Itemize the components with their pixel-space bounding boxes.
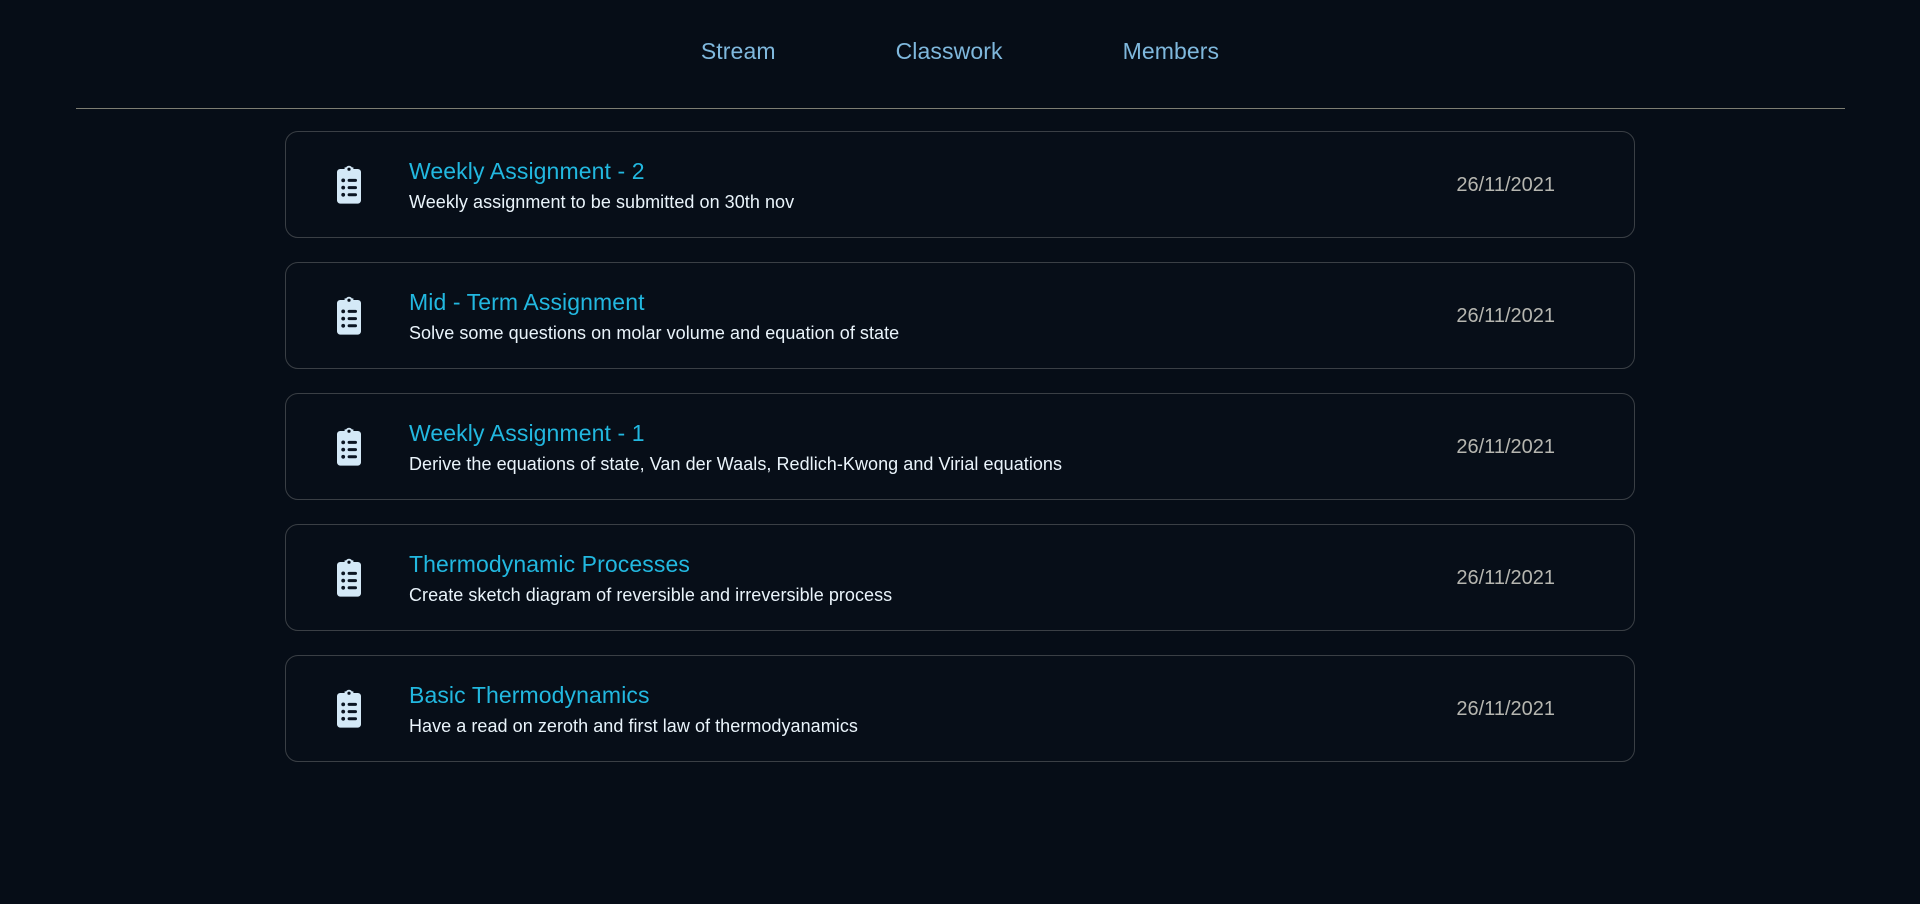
assignment-title[interactable]: Thermodynamic Processes [409, 550, 1456, 578]
clipboard-list-icon [337, 296, 361, 335]
nav-tab-list: Stream Classwork Members [701, 38, 1219, 65]
assignment-title[interactable]: Weekly Assignment - 1 [409, 419, 1456, 447]
assignment-description: Create sketch diagram of reversible and … [409, 584, 893, 605]
assignment-description: Have a read on zeroth and first law of t… [409, 715, 858, 736]
clipboard-list-icon [337, 165, 361, 204]
assignment-title[interactable]: Weekly Assignment - 2 [409, 157, 1456, 185]
assignment-date: 26/11/2021 [1456, 173, 1555, 196]
assignment-text: Basic Thermodynamics Have a read on zero… [409, 681, 1456, 737]
tab-classwork[interactable]: Classwork [896, 38, 1003, 65]
assignment-card[interactable]: Mid - Term Assignment Solve some questio… [285, 262, 1635, 369]
assignment-card[interactable]: Weekly Assignment - 2 Weekly assignment … [285, 131, 1635, 238]
assignment-text: Thermodynamic Processes Create sketch di… [409, 550, 1456, 606]
assignment-card[interactable]: Thermodynamic Processes Create sketch di… [285, 524, 1635, 631]
top-navigation: Stream Classwork Members [0, 0, 1920, 112]
clipboard-list-icon [337, 558, 361, 597]
tab-members[interactable]: Members [1123, 38, 1220, 65]
assignment-date: 26/11/2021 [1456, 304, 1555, 327]
assignment-title[interactable]: Mid - Term Assignment [409, 288, 1456, 316]
assignment-date: 26/11/2021 [1456, 566, 1555, 589]
assignment-description: Solve some questions on molar volume and… [409, 322, 900, 343]
assignment-card[interactable]: Weekly Assignment - 1 Derive the equatio… [285, 393, 1635, 500]
assignment-date: 26/11/2021 [1456, 435, 1555, 458]
tab-stream[interactable]: Stream [701, 38, 776, 65]
assignment-text: Weekly Assignment - 2 Weekly assignment … [409, 157, 1456, 213]
assignment-card[interactable]: Basic Thermodynamics Have a read on zero… [285, 655, 1635, 762]
clipboard-list-icon [337, 689, 361, 728]
assignment-description: Weekly assignment to be submitted on 30t… [409, 191, 795, 212]
classroom-page: Stream Classwork Members Weekly Assignme… [0, 0, 1920, 904]
header-divider [76, 108, 1845, 109]
assignment-date: 26/11/2021 [1456, 697, 1555, 720]
assignment-description: Derive the equations of state, Van der W… [409, 453, 1063, 474]
assignment-text: Mid - Term Assignment Solve some questio… [409, 288, 1456, 344]
assignment-text: Weekly Assignment - 1 Derive the equatio… [409, 419, 1456, 475]
clipboard-list-icon [337, 427, 361, 466]
assignment-title[interactable]: Basic Thermodynamics [409, 681, 1456, 709]
assignment-list: Weekly Assignment - 2 Weekly assignment … [285, 131, 1635, 762]
